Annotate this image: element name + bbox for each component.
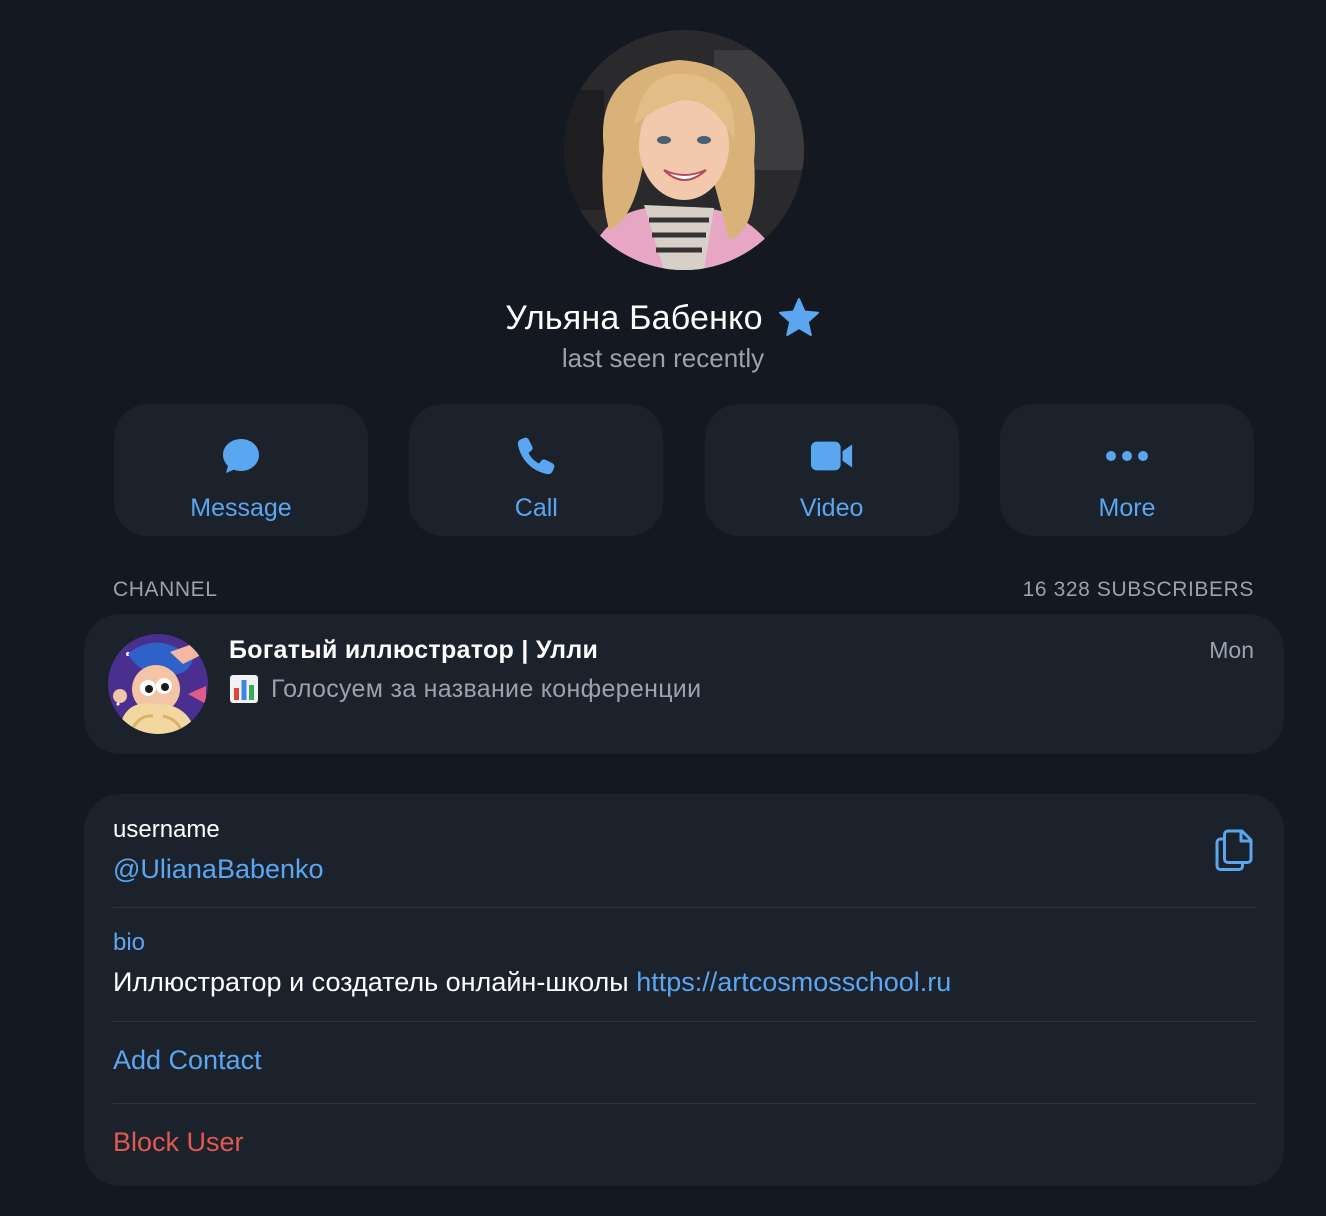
bio-text: Иллюстратор и создатель онлайн-школы htt… [113, 967, 1256, 998]
bio-row: bio Иллюстратор и создатель онлайн-школы… [113, 929, 1256, 998]
divider [113, 1103, 1256, 1104]
bio-description: Иллюстратор и создатель онлайн-школы [113, 967, 637, 997]
channel-preview-text: Голосуем за название конференции [271, 674, 702, 703]
video-label: Video [799, 494, 864, 522]
bar-chart-icon [230, 675, 258, 703]
more-button[interactable]: More [999, 404, 1254, 536]
bio-link[interactable]: https://artcosmosschool.ru [636, 967, 951, 997]
username-value[interactable]: @UlianaBabenko [113, 854, 1256, 885]
channel-section-label: CHANNEL [113, 578, 218, 601]
action-buttons: Message Call Video More [114, 404, 1254, 536]
info-card: username @UlianaBabenko bio Иллюстратор … [84, 794, 1284, 1186]
add-contact-button[interactable]: Add Contact [113, 1045, 1256, 1076]
username-label: username [113, 816, 220, 843]
profile-photo [564, 30, 804, 270]
profile-status: last seen recently [561, 343, 765, 373]
message-bubble-icon [219, 434, 263, 478]
profile-name-row: Ульяна Бабенко [0, 296, 1326, 340]
block-user-button[interactable]: Block User [113, 1127, 1256, 1158]
divider [113, 1021, 1256, 1022]
message-button[interactable]: Message [114, 404, 368, 536]
username-row[interactable]: username @UlianaBabenko [113, 816, 1256, 885]
call-button[interactable]: Call [409, 404, 664, 536]
premium-star-icon[interactable] [777, 296, 821, 340]
video-button[interactable]: Video [704, 404, 959, 536]
message-label: Message [190, 494, 292, 522]
channel-preview: Голосуем за название конференции [229, 674, 701, 704]
video-camera-icon [810, 434, 854, 478]
channel-title: Богатый иллюстратор | Улли [229, 636, 599, 664]
profile-avatar[interactable] [564, 30, 804, 270]
channel-time: Mon [1209, 637, 1254, 663]
profile-name: Ульяна Бабенко [505, 298, 763, 337]
bio-label: bio [113, 929, 146, 956]
divider [113, 907, 1256, 908]
phone-icon [514, 434, 558, 478]
channel-card[interactable]: Богатый иллюстратор | Улли Голосуем за н… [84, 614, 1284, 754]
more-label: More [1098, 494, 1156, 522]
call-label: Call [514, 494, 558, 522]
channel-avatar [108, 634, 208, 734]
subscribers-count: 16 328 SUBSCRIBERS [1022, 578, 1254, 601]
more-dots-icon [1105, 434, 1149, 478]
copy-icon[interactable] [1214, 828, 1254, 872]
